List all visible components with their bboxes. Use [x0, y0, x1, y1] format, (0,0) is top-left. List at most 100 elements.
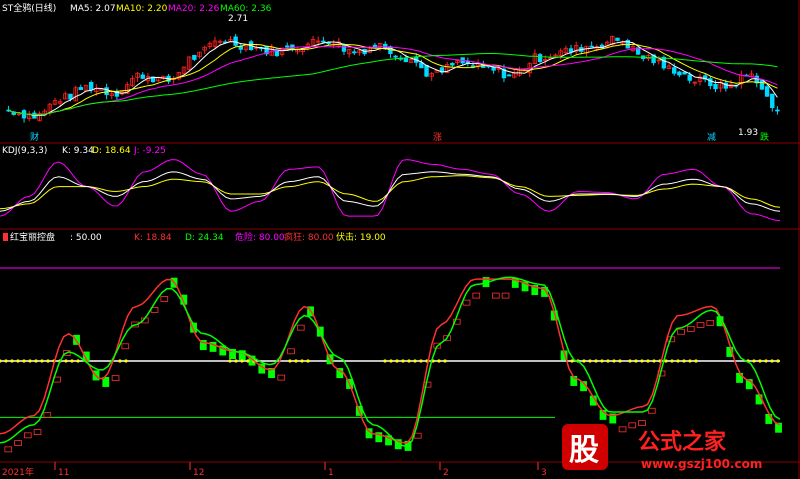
mid-line-dot: [758, 359, 762, 363]
ma-line-ma10: [8, 43, 778, 116]
mid-line-dot: [401, 359, 405, 363]
mid-line-dot: [389, 359, 393, 363]
mid-line-dot: [294, 359, 298, 363]
candle-body: [233, 36, 238, 46]
ma20-label: MA20: 2.26: [168, 4, 220, 14]
step-bar-red: [296, 324, 305, 331]
mid-line-dot: [22, 359, 26, 363]
mid-line-dot: [0, 359, 2, 363]
mid-line-dot: [34, 359, 38, 363]
candle-body: [192, 54, 197, 60]
mid-line-dot: [770, 359, 774, 363]
candle-body: [615, 37, 620, 41]
mid-line-dot: [228, 359, 232, 363]
marker-zhang: 涨: [433, 132, 442, 143]
candle-body: [687, 74, 692, 81]
mid-line-dot: [306, 359, 310, 363]
hbl-title: 红宝丽控盘: [10, 231, 55, 243]
candle-body: [770, 93, 775, 108]
mid-line-dot: [688, 359, 692, 363]
mid-line-dot: [76, 359, 80, 363]
mid-line-dot: [10, 359, 14, 363]
marker-die: 跌: [760, 132, 769, 143]
mid-line-dot: [437, 359, 441, 363]
mid-line-dot: [582, 359, 586, 363]
low-price-label: 1.93: [738, 128, 758, 138]
mid-line-dot: [383, 359, 387, 363]
candle-body: [491, 66, 496, 71]
kdj-panel: [0, 159, 781, 222]
hbl-header: 红宝丽控盘 : 50.00 K: 18.84 D: 24.34 危险: 80.0…: [10, 231, 386, 243]
mid-line-dot: [413, 359, 417, 363]
candle-body: [393, 55, 398, 58]
step-bar-red: [23, 432, 32, 439]
step-bar-red: [277, 374, 286, 381]
hbl-ambush: 伏击: 19.00: [336, 231, 386, 243]
candle-body: [759, 80, 765, 90]
step-bar-red: [43, 412, 52, 418]
candle-body: [321, 40, 326, 43]
mid-line-dot: [594, 359, 598, 363]
price-header: ST全鸦(日线) MA5: 2.07 MA10: 2.20 MA20: 2.26…: [2, 2, 272, 14]
kdj-title: KDJ(9,3,3): [2, 146, 47, 156]
step-bar-red: [413, 432, 422, 439]
mid-line-dot: [752, 359, 756, 363]
mid-line-dot: [646, 359, 650, 363]
candle-body: [713, 83, 718, 90]
mid-line-dot: [634, 359, 638, 363]
mid-line-dot: [443, 359, 447, 363]
step-bar-red: [462, 299, 471, 306]
candle-body: [589, 45, 594, 48]
candle-body: [450, 63, 455, 66]
chart-canvas: ST全鸦(日线) MA5: 2.07 MA10: 2.20 MA20: 2.26…: [0, 0, 800, 479]
step-bar-green: [736, 372, 743, 383]
candle-body: [470, 65, 476, 68]
xaxis-label-2: 2: [443, 468, 449, 478]
hbl-panel: [0, 267, 782, 453]
mid-line-dot: [419, 359, 423, 363]
candle-body: [419, 62, 424, 69]
mid-line-dot: [588, 359, 592, 363]
kdj-d-label: D: 18.64: [92, 146, 131, 156]
xaxis-label-11: 11: [58, 468, 69, 478]
step-bar-red: [33, 429, 42, 435]
mid-line-dot: [46, 359, 50, 363]
step-bar-red: [491, 292, 500, 299]
step-bar-red: [287, 348, 295, 355]
candle-body: [506, 74, 512, 77]
step-bar-red: [618, 426, 627, 433]
candle-body: [661, 56, 667, 69]
candle-body: [68, 93, 73, 100]
step-bar-red: [14, 440, 22, 446]
mid-line-dot: [640, 359, 644, 363]
watermark-text: 公式之家: [638, 429, 727, 455]
xaxis-label-1: 1: [328, 468, 334, 478]
candle-body: [403, 58, 409, 63]
candle-body: [88, 82, 94, 91]
step-bar-red: [696, 322, 705, 328]
hbl-title-marker: [3, 233, 8, 241]
mid-line-dot: [670, 359, 674, 363]
kdj-header: KDJ(9,3,3) K: 9.34 D: 18.64 J: -9.25: [2, 146, 166, 156]
mid-line-dot: [694, 359, 698, 363]
xaxis-label-3: 3: [541, 468, 547, 478]
ma60-label: MA60: 2.36: [220, 4, 272, 14]
hbl-risk: 危险: 80.00: [235, 231, 285, 243]
candle-body: [424, 65, 429, 77]
price-title: ST全鸦(日线): [2, 2, 56, 14]
step-bar-red: [647, 407, 656, 414]
mid-line-dot: [300, 359, 304, 363]
candle-body: [78, 87, 84, 90]
mid-line-dot: [16, 359, 20, 363]
candle-body: [682, 71, 687, 75]
xaxis-label-12: 12: [193, 468, 204, 478]
marker-jian: 减: [707, 131, 716, 143]
kdj-j-label: J: -9.25: [133, 146, 166, 156]
step-bar-red: [472, 292, 481, 299]
mid-line-dot: [246, 359, 250, 363]
step-bar-red: [677, 328, 685, 335]
step-bar-red: [160, 296, 169, 302]
mid-line-dot: [124, 359, 128, 363]
mid-line-dot: [652, 359, 656, 363]
candle-body: [764, 86, 770, 97]
